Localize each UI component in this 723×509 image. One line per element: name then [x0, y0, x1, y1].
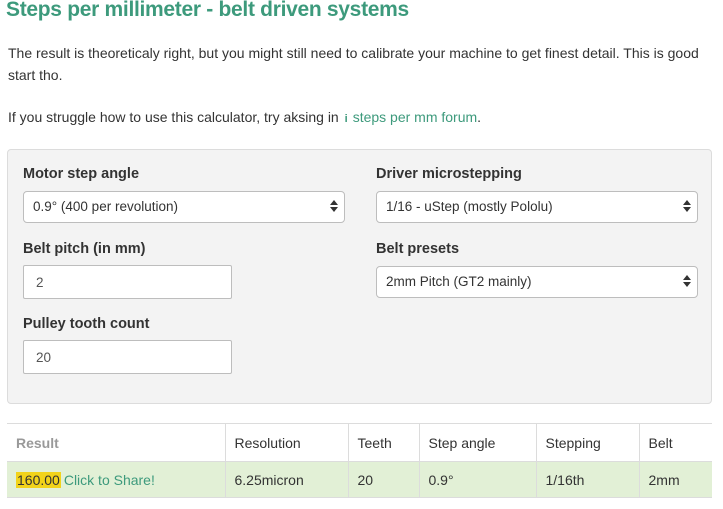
calculator-form: Motor step angle 0.9° (400 per revolutio…	[7, 149, 712, 404]
page-title: Steps per millimeter - belt driven syste…	[6, 0, 409, 21]
select-arrows-icon	[683, 199, 691, 215]
col-header-result: Result	[7, 423, 225, 462]
col-header-step-angle: Step angle	[418, 423, 536, 462]
driver-microstepping-value: 1/16 - uStep (mostly Pololu)	[386, 199, 553, 214]
share-link[interactable]: Click to Share!	[64, 472, 155, 488]
col-header-stepping: Stepping	[535, 423, 639, 462]
col-header-belt: Belt	[638, 423, 712, 462]
result-cell: 160.00 Click to Share!	[7, 461, 225, 498]
help-suffix: .	[477, 109, 482, 125]
results-table: Result Resolution Teeth Step angle Stepp…	[7, 423, 712, 498]
motor-step-angle-select[interactable]: 0.9° (400 per revolution)	[23, 191, 345, 223]
motor-step-angle-label: Motor step angle	[23, 166, 140, 182]
intro-text: The result is theoreticaly right, but yo…	[8, 45, 699, 83]
teeth-cell: 20	[347, 461, 419, 498]
motor-step-angle-value: 0.9° (400 per revolution)	[33, 199, 178, 214]
pulley-tooth-count-label: Pulley tooth count	[23, 316, 150, 332]
driver-microstepping-select[interactable]: 1/16 - uStep (mostly Pololu)	[376, 191, 698, 223]
help-text: If you struggle how to use this calculat…	[8, 106, 708, 130]
select-arrows-icon	[683, 274, 691, 290]
info-icon: i	[344, 113, 348, 125]
belt-presets-value: 2mm Pitch (GT2 mainly)	[386, 274, 532, 289]
pulley-tooth-count-input[interactable]	[23, 340, 232, 374]
help-prefix: If you struggle how to use this calculat…	[8, 109, 339, 125]
forum-link[interactable]: steps per mm forum	[353, 109, 477, 125]
belt-presets-label: Belt presets	[376, 241, 460, 257]
table-row: 160.00 Click to Share! 6.25micron 20 0.9°…	[7, 461, 712, 498]
belt-pitch-input[interactable]	[23, 265, 232, 299]
col-header-resolution: Resolution	[224, 423, 348, 462]
select-arrows-icon	[330, 199, 338, 215]
results-header-row: Result Resolution Teeth Step angle Stepp…	[7, 423, 712, 462]
resolution-cell: 6.25micron	[224, 461, 348, 498]
stepping-cell: 1/16th	[535, 461, 639, 498]
driver-microstepping-label: Driver microstepping	[376, 166, 522, 182]
step-angle-cell: 0.9°	[418, 461, 536, 498]
belt-cell: 2mm	[638, 461, 712, 498]
col-header-teeth: Teeth	[347, 423, 419, 462]
page: Steps per millimeter - belt driven syste…	[0, 0, 723, 509]
belt-pitch-label: Belt pitch (in mm)	[23, 241, 146, 257]
result-value: 160.00	[16, 471, 61, 488]
belt-presets-select[interactable]: 2mm Pitch (GT2 mainly)	[376, 266, 698, 298]
